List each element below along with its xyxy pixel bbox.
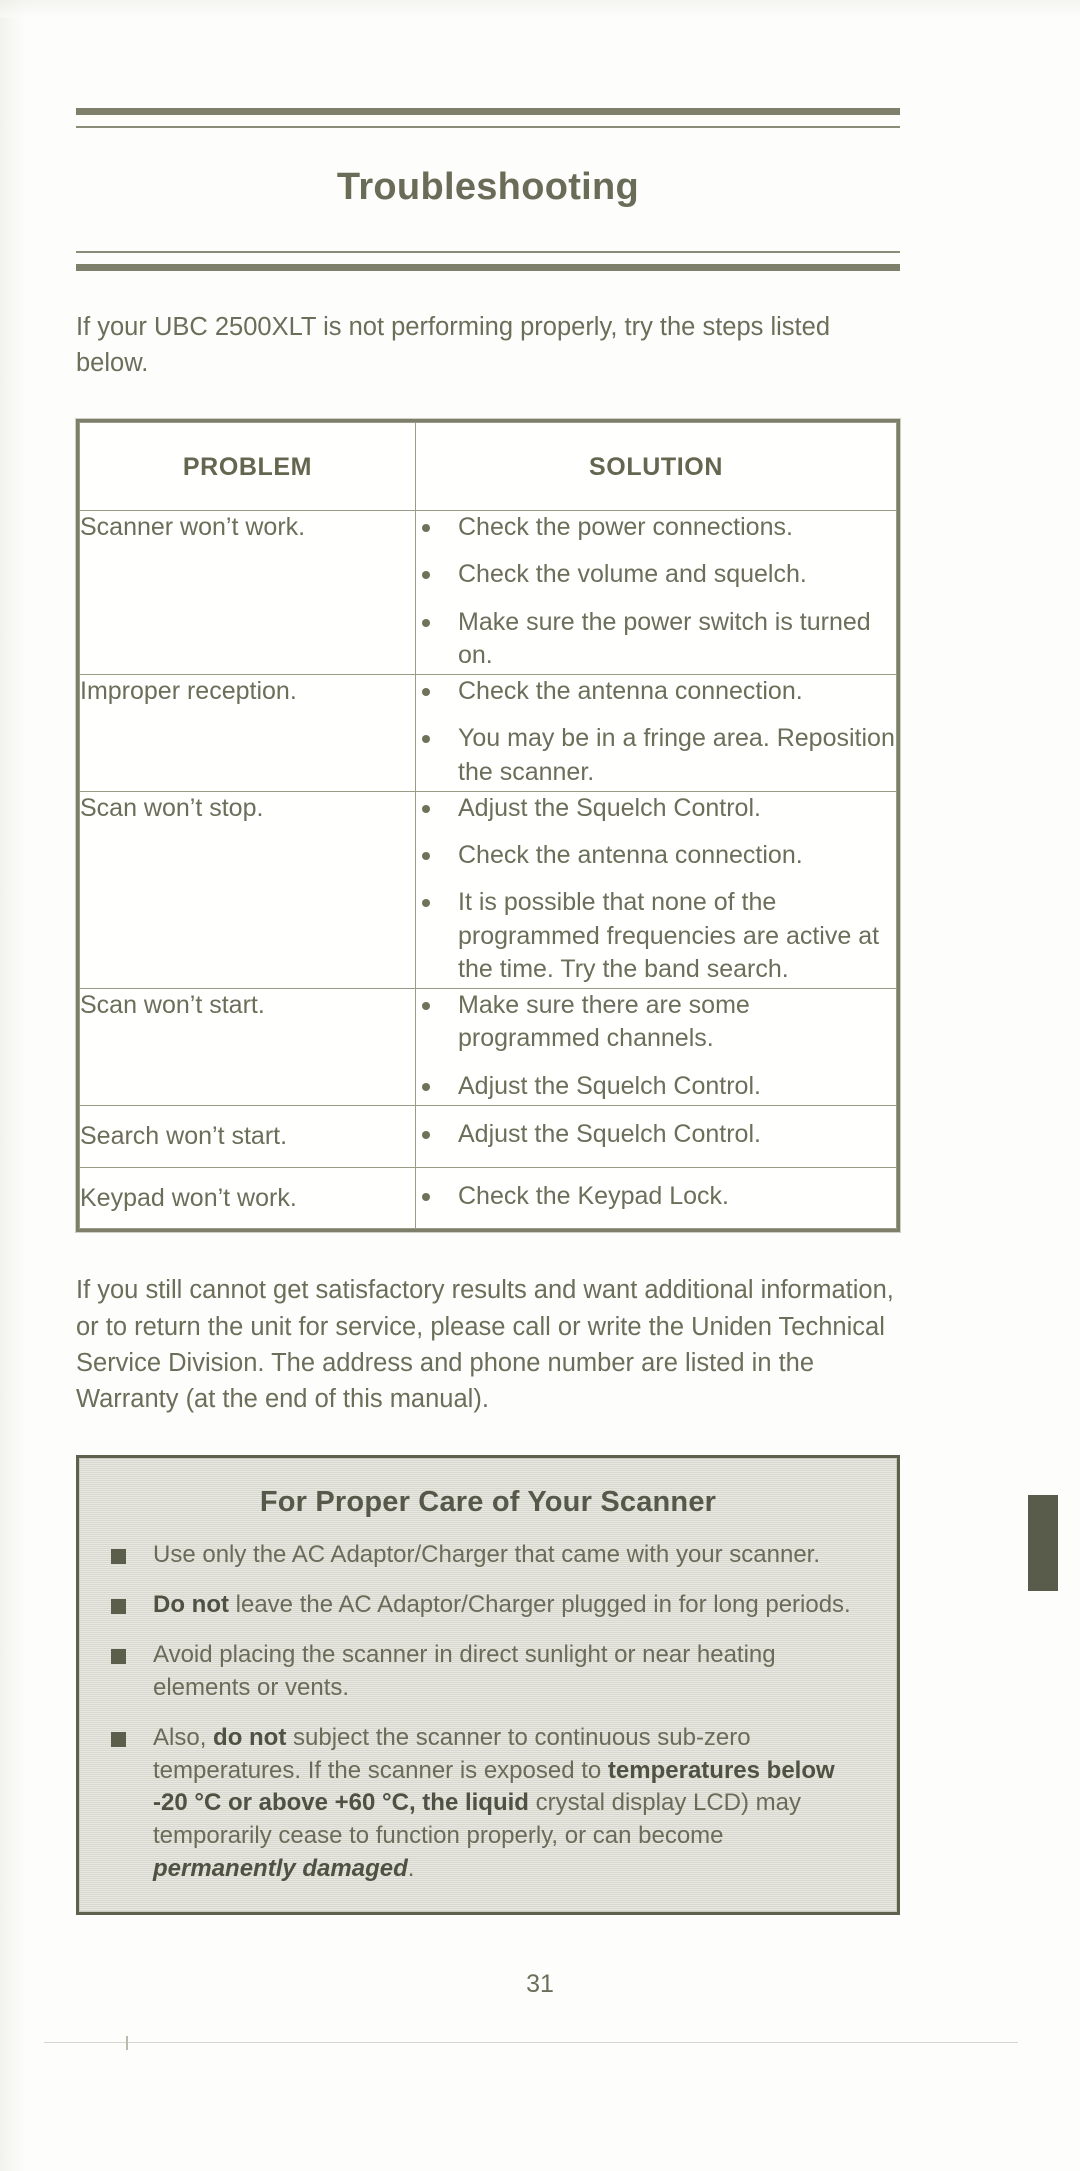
footer-rule: [44, 2042, 1018, 2043]
solution-list: Check the antenna connection. You may be …: [416, 675, 896, 789]
solution-list: Check the Keypad Lock.: [416, 1180, 896, 1213]
solution-cell: Make sure there are some programmed chan…: [415, 988, 897, 1106]
problem-cell: Scanner won’t work.: [79, 510, 416, 676]
care-text-segment: Do not: [153, 1591, 229, 1619]
solution-item: Check the volume and squelch.: [416, 558, 896, 591]
care-text-segment: .: [407, 1855, 415, 1883]
table-body: Scanner won’t work. Check the power conne…: [79, 510, 897, 1230]
solution-item: Check the power connections.: [416, 511, 896, 544]
page-content: Troubleshooting If your UBC 2500XLT is n…: [76, 108, 900, 1916]
table-row: Improper reception. Check the antenna con…: [79, 674, 897, 792]
care-box-title: For Proper Care of Your Scanner: [259, 1486, 717, 1519]
solution-item: Check the antenna connection.: [416, 839, 896, 872]
problem-cell: Scan won’t start.: [79, 988, 416, 1106]
care-instruction-item: Do not leave the AC Adaptor/Charger plug…: [105, 1589, 871, 1622]
care-text-segment: do not: [213, 1723, 287, 1751]
solution-cell: Check the power connections. Check the vo…: [415, 510, 897, 676]
solution-cell: Adjust the Squelch Control. Check the ant…: [415, 790, 897, 990]
column-header-problem: PROBLEM: [79, 422, 416, 512]
solution-item: Check the Keypad Lock.: [416, 1180, 896, 1213]
problem-cell: Keypad won’t work.: [79, 1166, 416, 1230]
header-rule-bottom: [76, 250, 900, 271]
page-title: Troubleshooting: [336, 166, 640, 209]
troubleshooting-table-container: PROBLEM SOLUTION Scanner won’t work. Chec…: [76, 419, 900, 1233]
problem-cell: Search won’t start.: [79, 1104, 416, 1168]
problem-cell: Scan won’t stop.: [79, 790, 416, 990]
solution-list: Check the power connections. Check the vo…: [416, 511, 896, 672]
problem-cell: Improper reception.: [79, 674, 416, 792]
table-row: Keypad won’t work. Check the Keypad Lock.: [79, 1166, 897, 1230]
care-text-segment: Also,: [153, 1723, 214, 1751]
solution-cell: Check the Keypad Lock.: [415, 1166, 897, 1230]
troubleshooting-table: PROBLEM SOLUTION Scanner won’t work. Chec…: [79, 422, 897, 1230]
intro-paragraph: If your UBC 2500XLT is not performing pr…: [76, 312, 831, 377]
care-callout-box: For Proper Care of Your Scanner Use only…: [76, 1455, 900, 1916]
solution-cell: Adjust the Squelch Control.: [415, 1104, 897, 1168]
solution-item: Adjust the Squelch Control.: [416, 792, 896, 825]
care-instruction-item: Also, do not subject the scanner to cont…: [105, 1722, 871, 1886]
care-text-segment: Avoid placing the scanner in direct sunl…: [153, 1640, 776, 1701]
table-row: Scanner won’t work. Check the power conne…: [79, 510, 897, 676]
solution-cell: Check the antenna connection. You may be …: [415, 674, 897, 792]
solution-list: Adjust the Squelch Control. Check the ant…: [416, 792, 896, 986]
care-text-segment: permanently damaged: [153, 1855, 408, 1883]
solution-item: Make sure there are some programmed chan…: [416, 989, 896, 1056]
scan-edge-shading-left: [0, 0, 26, 2171]
care-instruction-item: Avoid placing the scanner in direct sunl…: [105, 1639, 871, 1705]
header-rule-top: [76, 108, 900, 128]
care-text-segment: leave the AC Adaptor/Charger plugged in …: [228, 1591, 851, 1619]
table-row: Scan won’t start. Make sure there are som…: [79, 988, 897, 1106]
page-edge-thumb-tab: [1028, 1495, 1058, 1591]
solution-list: Make sure there are some programmed chan…: [416, 989, 896, 1103]
table-head: PROBLEM SOLUTION: [79, 422, 897, 512]
solution-item: Make sure the power switch is turned on.: [416, 606, 896, 673]
table-row: Search won’t start. Adjust the Squelch Co…: [79, 1104, 897, 1168]
care-instruction-list: Use only the AC Adaptor/Charger that cam…: [105, 1539, 871, 1886]
solution-item: Adjust the Squelch Control.: [416, 1070, 896, 1103]
column-header-solution: SOLUTION: [415, 422, 897, 512]
document-page: Troubleshooting If your UBC 2500XLT is n…: [0, 0, 1080, 2171]
solution-item: It is possible that none of the programm…: [416, 886, 896, 986]
scan-edge-shading-top: [0, 0, 1080, 18]
chapter-header: Troubleshooting: [76, 108, 900, 271]
closing-paragraph: If you still cannot get satisfactory res…: [76, 1276, 894, 1413]
care-text-segment: Use only the AC Adaptor/Charger that cam…: [153, 1541, 821, 1569]
care-instruction-item: Use only the AC Adaptor/Charger that cam…: [105, 1539, 871, 1572]
solution-item: You may be in a fringe area. Reposition …: [416, 722, 896, 789]
solution-item: Check the antenna connection.: [416, 675, 896, 708]
table-row: Scan won’t stop. Adjust the Squelch Contr…: [79, 790, 897, 990]
footer-tick-mark: [126, 2036, 128, 2050]
page-number: 31: [526, 1970, 554, 1998]
table-header-row: PROBLEM SOLUTION: [79, 422, 897, 512]
solution-list: Adjust the Squelch Control.: [416, 1118, 896, 1151]
solution-item: Adjust the Squelch Control.: [416, 1118, 896, 1151]
